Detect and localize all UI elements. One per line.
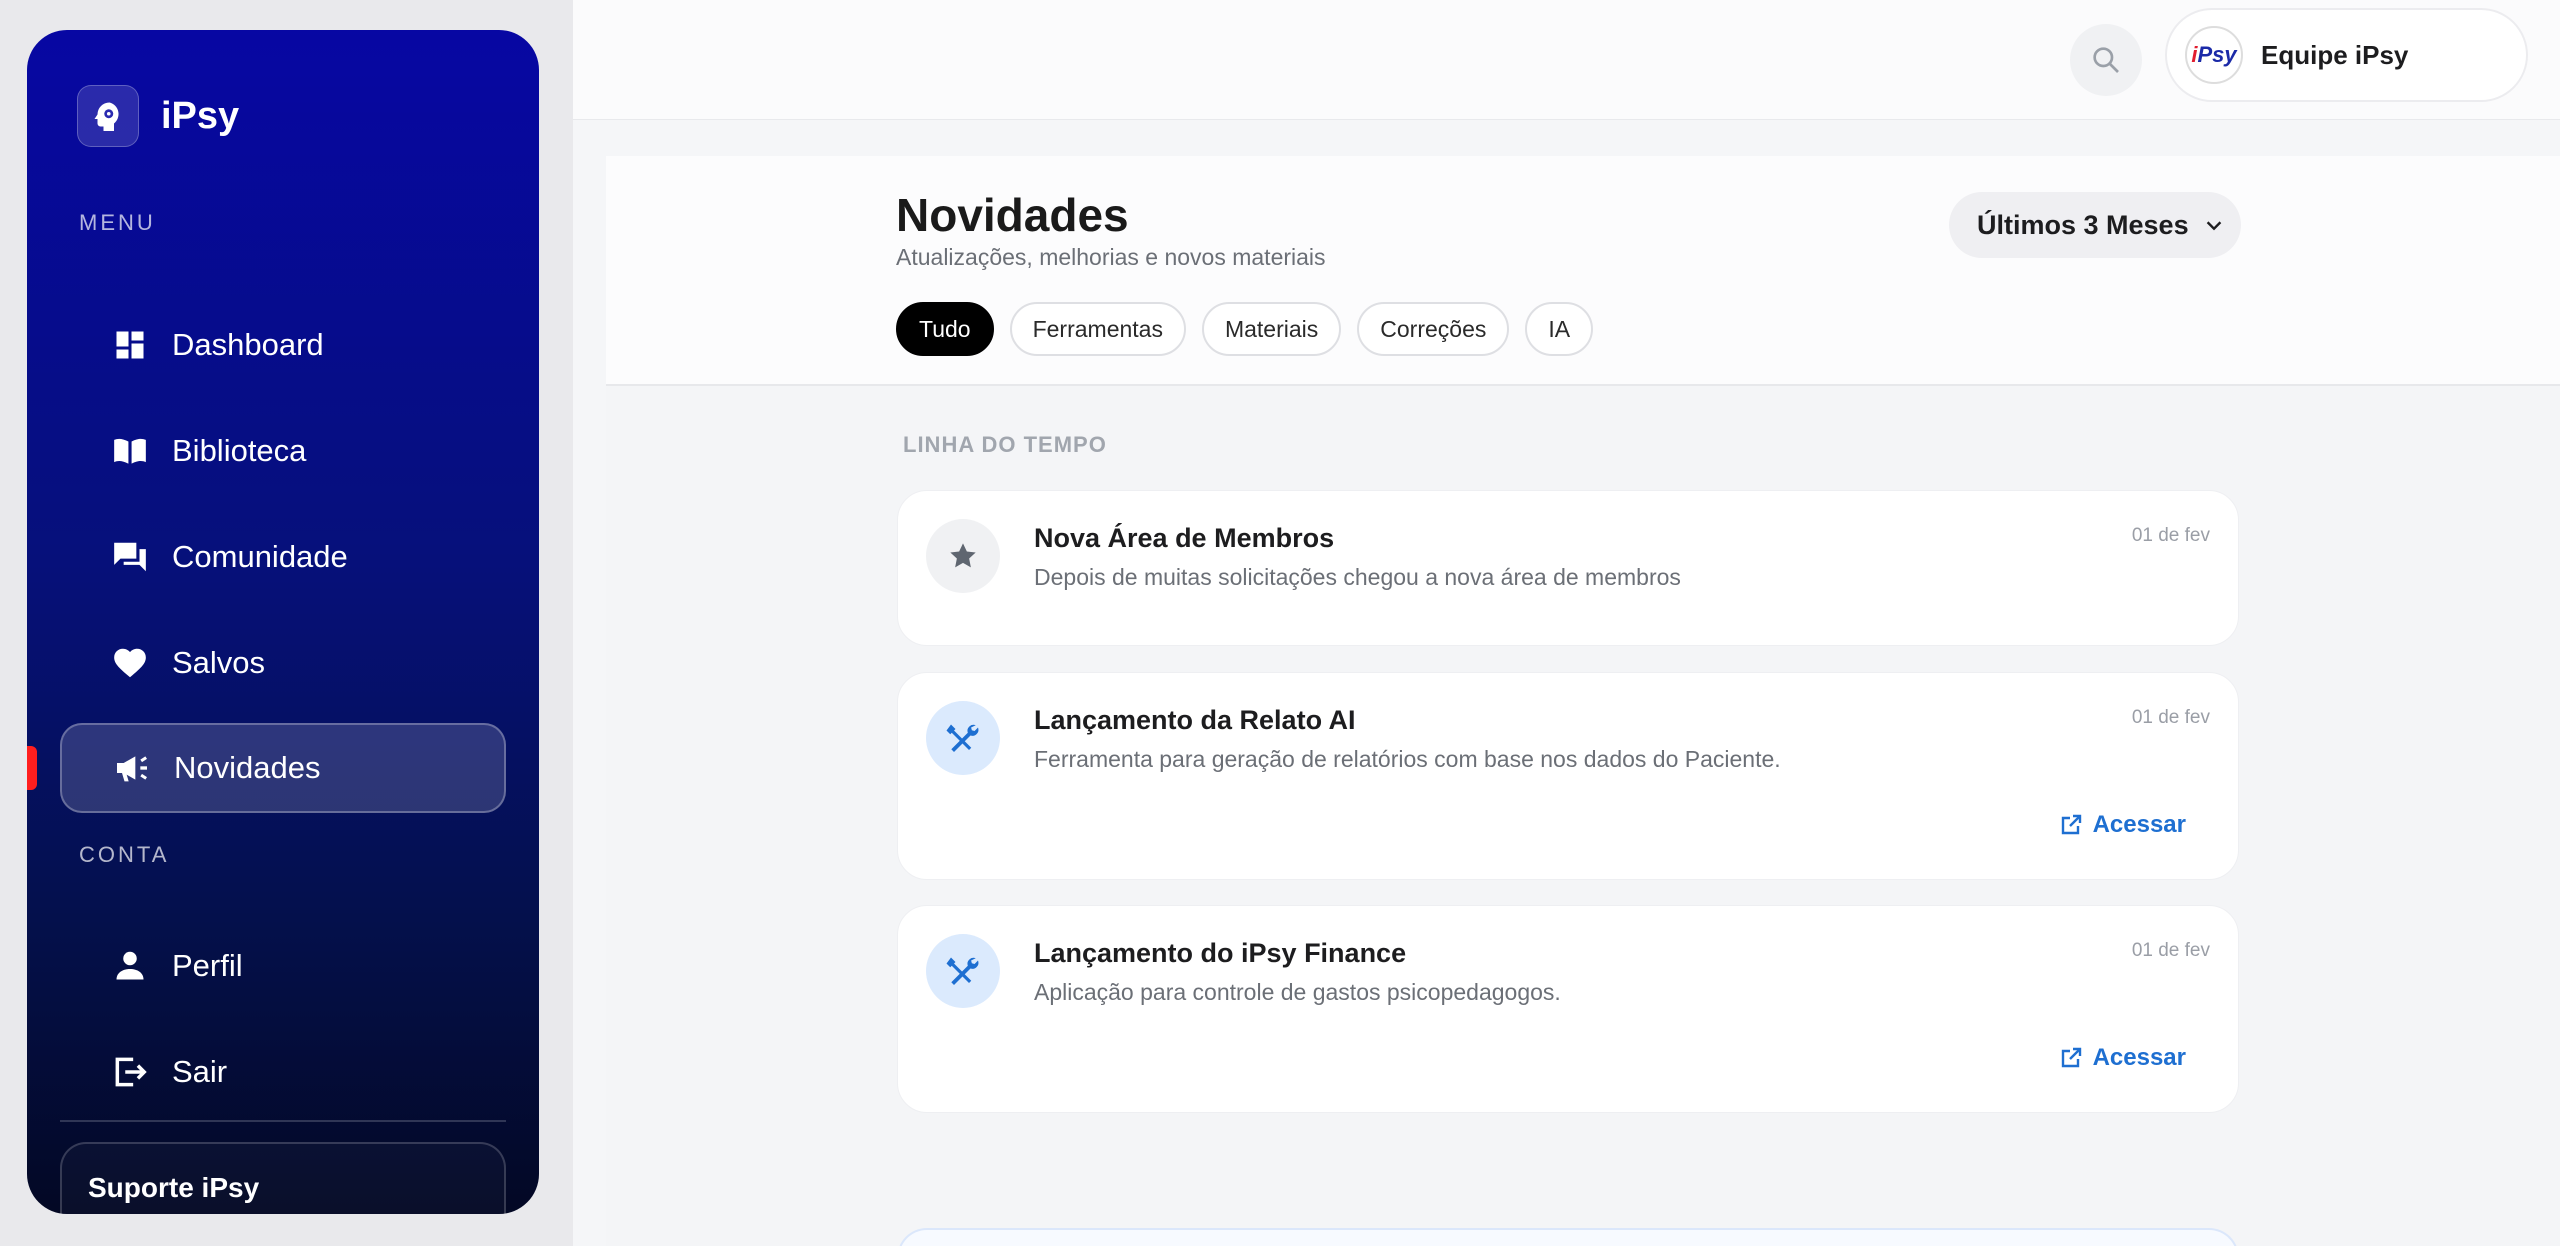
news-title: Lançamento do iPsy Finance	[1034, 938, 1407, 968]
person-icon	[110, 946, 150, 986]
page-header: Novidades Atualizações, melhorias e novo…	[606, 156, 2560, 386]
sidebar-item-salvos[interactable]: Salvos	[60, 618, 506, 708]
logout-icon	[110, 1052, 150, 1092]
sidebar-item-biblioteca[interactable]: Biblioteca	[60, 406, 506, 496]
page-subtitle: Atualizações, melhorias e novos materiai…	[896, 244, 1326, 270]
sidebar-item-label: Novidades	[174, 750, 321, 785]
sidebar-item-sair[interactable]: Sair	[60, 1027, 506, 1117]
news-description: Ferramenta para geração de relatórios co…	[1034, 746, 1781, 772]
news-card[interactable]: Lançamento do iPsy Finance Aplicação par…	[897, 905, 2239, 1113]
user-name: Equipe iPsy	[2261, 39, 2409, 70]
period-select[interactable]: Últimos 3 Meses	[1949, 192, 2241, 258]
filter-chip-ferramentas[interactable]: Ferramentas	[1009, 302, 1186, 356]
access-link[interactable]: Acessar	[2059, 811, 2186, 839]
sidebar-item-label: Comunidade	[172, 539, 348, 574]
page-title: Novidades	[896, 189, 1129, 241]
access-link-label: Acessar	[2092, 1044, 2186, 1071]
tools-icon	[946, 957, 979, 985]
search-icon	[2093, 47, 2119, 73]
chevron-down-icon	[2206, 221, 2221, 231]
period-label: Últimos 3 Meses	[1977, 209, 2189, 240]
news-title: Nova Área de Membros	[1034, 523, 1335, 553]
main-area: i Psy Equipe iPsy Novidades Atualizações,…	[573, 0, 2560, 1246]
megaphone-icon	[112, 748, 152, 788]
tools-icon	[946, 724, 979, 752]
sidebar-item-label: Salvos	[172, 645, 266, 680]
account-section-label: CONTA	[79, 842, 170, 867]
news-description: Depois de muitas solicitações chegou a n…	[1034, 564, 1681, 590]
brand-logo-icon	[77, 85, 139, 147]
search-button[interactable]	[2070, 24, 2142, 96]
news-date: 01 de fev	[2131, 525, 2210, 546]
sidebar: iPsy MENU Dashboard Biblioteca Comunidad…	[27, 30, 539, 1214]
sidebar-item-novidades[interactable]: Novidades	[60, 723, 506, 813]
filter-chip-tudo[interactable]: Tudo	[896, 302, 994, 356]
topbar: i Psy Equipe iPsy	[573, 0, 2560, 120]
timeline-label: LINHA DO TEMPO	[903, 432, 1107, 457]
chat-icon	[110, 537, 150, 577]
sidebar-item-comunidade[interactable]: Comunidade	[60, 512, 506, 602]
news-icon	[926, 701, 1000, 775]
sidebar-item-label: Biblioteca	[172, 433, 307, 468]
filter-chip-materiais[interactable]: Materiais	[1201, 302, 1342, 356]
sidebar-item-dashboard[interactable]: Dashboard	[60, 300, 506, 390]
news-date: 01 de fev	[2131, 707, 2210, 728]
news-icon	[926, 519, 1000, 593]
brand-name: iPsy	[161, 94, 240, 137]
sidebar-divider	[60, 1120, 506, 1122]
sidebar-item-perfil[interactable]: Perfil	[60, 921, 506, 1011]
star-icon	[950, 543, 976, 568]
menu-section-label: MENU	[79, 210, 156, 235]
content: Novidades Atualizações, melhorias e novo…	[606, 156, 2560, 1246]
avatar-text-psy: Psy	[2197, 42, 2237, 67]
external-link-icon	[2059, 813, 2083, 837]
brand[interactable]: iPsy	[77, 85, 239, 147]
external-link-icon	[2059, 1046, 2083, 1070]
news-title: Lançamento da Relato AI	[1034, 705, 1356, 735]
access-link-label: Acessar	[2092, 811, 2186, 838]
sidebar-item-label: Perfil	[172, 948, 243, 983]
news-card[interactable]: Nova Área de Membros Depois de muitas so…	[897, 490, 2239, 646]
avatar: i Psy	[2185, 26, 2243, 84]
news-description: Aplicação para controle de gastos psicop…	[1034, 979, 1561, 1005]
news-card[interactable]: Lançamento da Relato AI Ferramenta para …	[897, 672, 2239, 880]
support-label: Suporte iPsy	[88, 1172, 260, 1203]
user-menu[interactable]: i Psy Equipe iPsy	[2165, 8, 2528, 102]
filter-chip-ia[interactable]: IA	[1525, 302, 1594, 356]
news-icon	[926, 934, 1000, 1008]
support-card[interactable]: Suporte iPsy	[60, 1142, 506, 1214]
news-date: 01 de fev	[2131, 940, 2210, 961]
active-item-marker	[27, 746, 37, 790]
access-link[interactable]: Acessar	[2059, 1044, 2186, 1072]
book-icon	[110, 431, 150, 471]
filter-chips: Tudo Ferramentas Materiais Correções IA	[896, 302, 1594, 356]
sidebar-item-label: Sair	[172, 1054, 228, 1089]
dashboard-icon	[110, 325, 150, 365]
filter-chip-correcoes[interactable]: Correções	[1357, 302, 1510, 356]
next-card-partial	[897, 1228, 2239, 1246]
sidebar-item-label: Dashboard	[172, 327, 324, 362]
heart-icon	[110, 643, 150, 683]
